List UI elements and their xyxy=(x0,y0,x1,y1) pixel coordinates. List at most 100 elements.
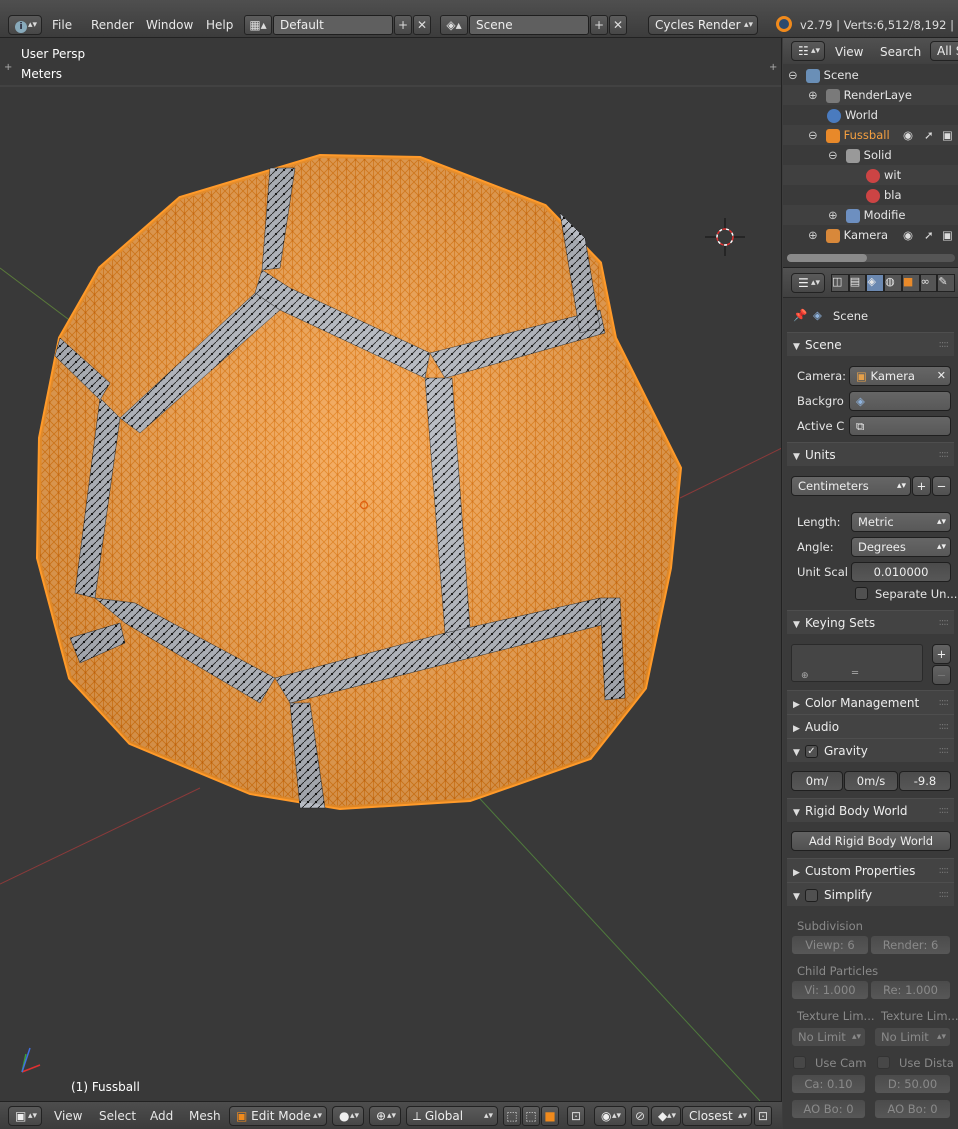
remove-units-preset-button[interactable]: − xyxy=(932,476,951,496)
add-scene-button[interactable]: + xyxy=(590,15,608,35)
gravity-y-field[interactable]: 0m/s xyxy=(844,771,898,791)
cursor-select-icon[interactable]: ➚ xyxy=(924,225,934,245)
snap-toggle-button[interactable]: ⊘ xyxy=(631,1106,649,1126)
limit-selection-button[interactable]: ⊡ xyxy=(567,1106,585,1126)
screen-layout-field[interactable]: Default xyxy=(273,15,393,35)
add-rigid-body-world-button[interactable]: Add Rigid Body World xyxy=(791,831,951,851)
add-keying-set-button[interactable]: + xyxy=(932,644,951,664)
viewport-canvas[interactable]: + + xyxy=(0,38,782,1101)
toolshelf-toggle-icon[interactable]: + xyxy=(4,62,12,73)
ao-bounces-render-field[interactable]: AO Bo: 0 xyxy=(874,1099,951,1119)
subdivision-render-field[interactable]: Render: 6 xyxy=(870,935,951,955)
active-clip-field[interactable]: ⧉ xyxy=(849,416,951,436)
use-camera-cull-checkbox[interactable] xyxy=(793,1056,806,1069)
list-resize-grip-icon[interactable]: ═ xyxy=(852,668,858,679)
menu-help[interactable]: Help xyxy=(206,15,233,35)
proportional-editing-dropdown[interactable]: ◉ ▴▾ xyxy=(594,1106,626,1126)
length-unit-dropdown[interactable]: Metric ▴▾ xyxy=(851,512,951,532)
drag-grip-icon[interactable]: :::: xyxy=(939,611,950,635)
outliner-menu-view[interactable]: View xyxy=(835,42,863,62)
outliner-editor-type-button[interactable]: ☷ ▴▾ xyxy=(791,41,825,61)
render-engine-dropdown[interactable]: Cycles Render ▴▾ xyxy=(648,15,758,35)
fussball-mesh[interactable] xyxy=(35,153,683,811)
pin-icon[interactable]: 📌 xyxy=(793,308,807,322)
face-select-button[interactable]: ■ xyxy=(541,1106,559,1126)
list-filter-icon[interactable]: ⊕ xyxy=(801,671,809,681)
object-tab-icon[interactable]: ■ xyxy=(901,274,920,292)
mode-dropdown[interactable]: ▣ Edit Mode ▴▾ xyxy=(229,1106,327,1126)
add-screen-button[interactable]: + xyxy=(394,15,412,35)
gravity-x-field[interactable]: 0m/ xyxy=(791,771,843,791)
properties-shelf-toggle-icon[interactable]: + xyxy=(769,62,777,73)
constraints-tab-icon[interactable]: ∞ xyxy=(919,274,938,292)
3d-cursor[interactable] xyxy=(705,218,745,256)
edge-select-button[interactable]: ⬚ xyxy=(522,1106,540,1126)
outliner-menu-search[interactable]: Search xyxy=(880,42,921,62)
add-units-preset-button[interactable]: + xyxy=(912,476,931,496)
outliner-item-scene[interactable]: ⊖ Scene xyxy=(783,65,958,85)
outliner-horizontal-scrollbar[interactable] xyxy=(787,254,955,262)
scene-tab-icon[interactable]: ◈ xyxy=(866,274,885,292)
scene-panel-header[interactable]: ▼ Scene:::: xyxy=(787,332,954,356)
unit-scale-field[interactable]: 0.010000 xyxy=(851,562,951,582)
keying-sets-list[interactable]: ⊕ ═ xyxy=(791,644,923,682)
child-particles-viewport-field[interactable]: Vi: 1.000 xyxy=(791,980,869,1000)
editor-type-button-3d[interactable]: ▣ ▴▾ xyxy=(8,1106,42,1126)
screen-layout-browse-button[interactable]: ▦▴ xyxy=(244,15,272,35)
gravity-checkbox[interactable]: ✓ xyxy=(805,745,818,758)
keying-sets-panel-header[interactable]: ▼ Keying Sets:::: xyxy=(787,610,954,634)
renderlayer-tab-icon[interactable]: ▤ xyxy=(848,274,867,292)
drag-grip-icon[interactable]: :::: xyxy=(939,443,950,467)
clear-icon[interactable]: ✕ xyxy=(937,367,946,385)
remove-keying-set-button[interactable]: − xyxy=(932,665,951,685)
outliner-item-solid[interactable]: ⊖ Solid xyxy=(783,145,958,165)
menu-window[interactable]: Window xyxy=(146,15,193,35)
editor-type-button[interactable]: i ▴▾ xyxy=(8,15,42,35)
outliner-display-mode-dropdown[interactable]: All S xyxy=(930,41,958,61)
background-scene-field[interactable]: ◈ xyxy=(849,391,951,411)
audio-panel-header[interactable]: ▶ Audio:::: xyxy=(787,714,954,738)
texture-limit-viewport-dropdown[interactable]: No Limit ▴▾ xyxy=(791,1027,866,1047)
separate-units-checkbox[interactable] xyxy=(855,587,868,600)
eye-icon[interactable]: ◉ xyxy=(903,125,913,145)
delete-screen-button[interactable]: ✕ xyxy=(413,15,431,35)
vertex-select-button[interactable]: ⬚ xyxy=(503,1106,521,1126)
drag-grip-icon[interactable]: :::: xyxy=(939,883,950,907)
gravity-z-field[interactable]: -9.8 xyxy=(899,771,951,791)
drag-grip-icon[interactable]: :::: xyxy=(939,715,950,739)
snap-target-dropdown[interactable]: Closest ▴▾ xyxy=(682,1106,752,1126)
render-tab-icon[interactable]: ◫ xyxy=(831,274,849,292)
distance-cull-margin-field[interactable]: D: 50.00 xyxy=(874,1074,951,1094)
simplify-checkbox[interactable] xyxy=(805,889,818,902)
eye-icon[interactable]: ◉ xyxy=(903,225,913,245)
subdivision-viewport-field[interactable]: Viewp: 6 xyxy=(791,935,869,955)
outliner-item-world[interactable]: World xyxy=(783,105,958,125)
gravity-panel-header[interactable]: ▼ ✓ Gravity:::: xyxy=(787,738,954,762)
color-management-panel-header[interactable]: ▶ Color Management:::: xyxy=(787,690,954,714)
use-distance-cull-checkbox[interactable] xyxy=(877,1056,890,1069)
child-particles-render-field[interactable]: Re: 1.000 xyxy=(870,980,951,1000)
units-preset-dropdown[interactable]: Centimeters ▴▾ xyxy=(791,476,911,496)
camera-cull-margin-field[interactable]: Ca: 0.10 xyxy=(791,1074,866,1094)
modifiers-tab-icon[interactable]: ✎ xyxy=(937,274,956,292)
outliner-item-kamera[interactable]: ⊕ Kamera ◉ ➚ ▣ xyxy=(783,225,958,245)
menu-add[interactable]: Add xyxy=(150,1106,173,1126)
drag-grip-icon[interactable]: :::: xyxy=(939,691,950,715)
3d-viewport[interactable]: + + User Persp Meters (1) Fussball xyxy=(0,38,782,1101)
menu-select[interactable]: Select xyxy=(99,1106,136,1126)
menu-mesh[interactable]: Mesh xyxy=(189,1106,221,1126)
simplify-panel-header[interactable]: ▼ Simplify:::: xyxy=(787,882,954,906)
menu-view[interactable]: View xyxy=(54,1106,82,1126)
cursor-select-icon[interactable]: ➚ xyxy=(924,125,934,145)
render-region-button[interactable]: ⊡ xyxy=(754,1106,772,1126)
outliner-item-renderlayers[interactable]: ⊕ RenderLaye xyxy=(783,85,958,105)
world-tab-icon[interactable]: ◍ xyxy=(884,274,902,292)
outliner-item-modifiers[interactable]: ⊕ Modifie xyxy=(783,205,958,225)
camera-render-icon[interactable]: ▣ xyxy=(942,125,953,145)
scene-camera-field[interactable]: ▣ Kamera ✕ xyxy=(849,366,951,386)
angle-unit-dropdown[interactable]: Degrees ▴▾ xyxy=(851,537,951,557)
ao-bounces-viewport-field[interactable]: AO Bo: 0 xyxy=(791,1099,866,1119)
menu-file[interactable]: File xyxy=(52,15,72,35)
rigid-body-world-panel-header[interactable]: ▼ Rigid Body World:::: xyxy=(787,798,954,822)
drag-grip-icon[interactable]: :::: xyxy=(939,739,950,763)
